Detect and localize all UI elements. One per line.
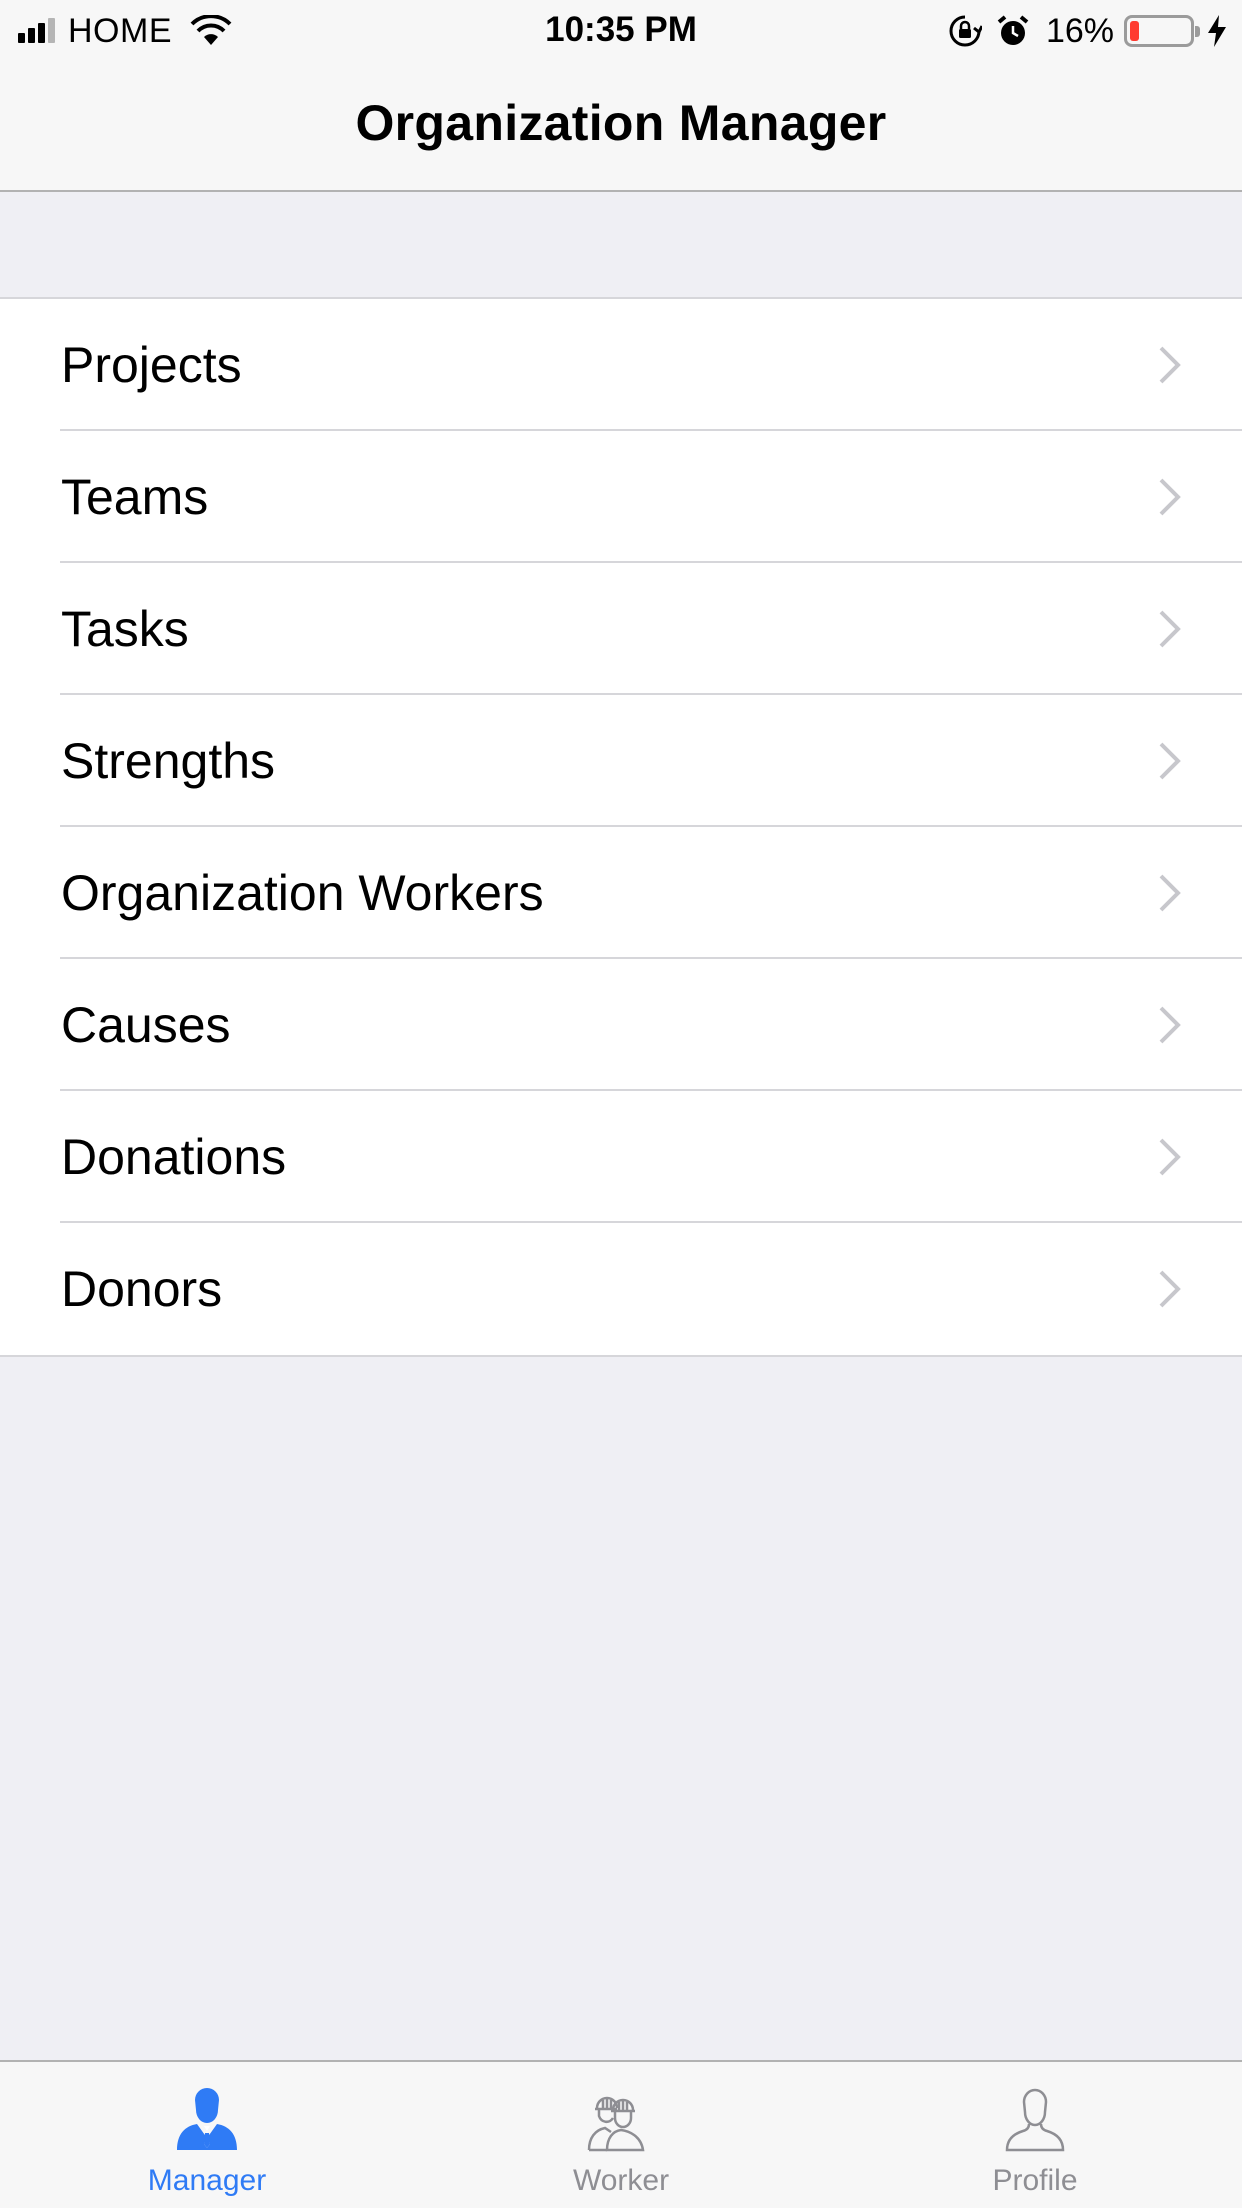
- list-item-label: Projects: [61, 337, 242, 393]
- worker-icon: [587, 2096, 645, 2152]
- menu-list: Projects Teams Tasks Strengths Organizat…: [0, 297, 1242, 1357]
- list-item-teams[interactable]: Teams: [0, 431, 1242, 563]
- status-left: HOME: [18, 10, 232, 52]
- list-item-donations[interactable]: Donations: [0, 1091, 1242, 1223]
- screen: HOME 10:35 PM 16% Organization Manager P…: [0, 0, 1242, 2208]
- tab-label: Worker: [572, 2164, 670, 2197]
- list-item-label: Donations: [61, 1129, 287, 1185]
- tab-manager[interactable]: Manager: [0, 2062, 414, 2208]
- list-item-strengths[interactable]: Strengths: [0, 695, 1242, 827]
- list-item-label: Causes: [61, 997, 231, 1053]
- list-item-causes[interactable]: Causes: [0, 959, 1242, 1091]
- chevron-right-icon: [1159, 742, 1181, 780]
- list-item-projects[interactable]: Projects: [0, 299, 1242, 431]
- chevron-right-icon: [1159, 874, 1181, 912]
- page-title: Organization Manager: [355, 95, 887, 151]
- chevron-right-icon: [1159, 1138, 1181, 1176]
- tab-worker[interactable]: Worker: [414, 2062, 828, 2208]
- battery-icon: [1124, 15, 1200, 47]
- manager-icon: [177, 2088, 237, 2150]
- navigation-bar: Organization Manager: [0, 62, 1242, 192]
- chevron-right-icon: [1159, 1006, 1181, 1044]
- chevron-right-icon: [1159, 346, 1181, 384]
- carrier-label: HOME: [68, 11, 172, 50]
- list-item-label: Strengths: [61, 733, 276, 789]
- chevron-right-icon: [1159, 478, 1181, 516]
- battery-level: [1130, 21, 1140, 41]
- tab-bar: Manager Worker Profile: [0, 2060, 1242, 2208]
- list-item-tasks[interactable]: Tasks: [0, 563, 1242, 695]
- chevron-right-icon: [1159, 610, 1181, 648]
- charging-bolt-icon: [1208, 15, 1226, 47]
- battery-percentage: 16%: [1045, 11, 1114, 50]
- status-bar: HOME 10:35 PM 16%: [0, 0, 1242, 62]
- orientation-lock-icon: [949, 15, 982, 47]
- status-right: 16%: [934, 10, 1228, 52]
- list-item-organization-workers[interactable]: Organization Workers: [0, 827, 1242, 959]
- list-item-label: Tasks: [61, 601, 189, 657]
- wifi-icon: [190, 15, 232, 45]
- list-item-label: Donors: [61, 1261, 223, 1317]
- tab-profile[interactable]: Profile: [828, 2062, 1242, 2208]
- list-item-label: Teams: [61, 469, 209, 525]
- tab-label: Profile: [992, 2164, 1078, 2197]
- alarm-icon: [997, 15, 1029, 45]
- cellular-signal-icon: [18, 18, 58, 43]
- profile-icon: [1005, 2088, 1065, 2152]
- tab-label: Manager: [147, 2164, 267, 2197]
- chevron-right-icon: [1159, 1270, 1181, 1308]
- list-item-label: Organization Workers: [61, 865, 544, 921]
- list-item-donors[interactable]: Donors: [0, 1223, 1242, 1355]
